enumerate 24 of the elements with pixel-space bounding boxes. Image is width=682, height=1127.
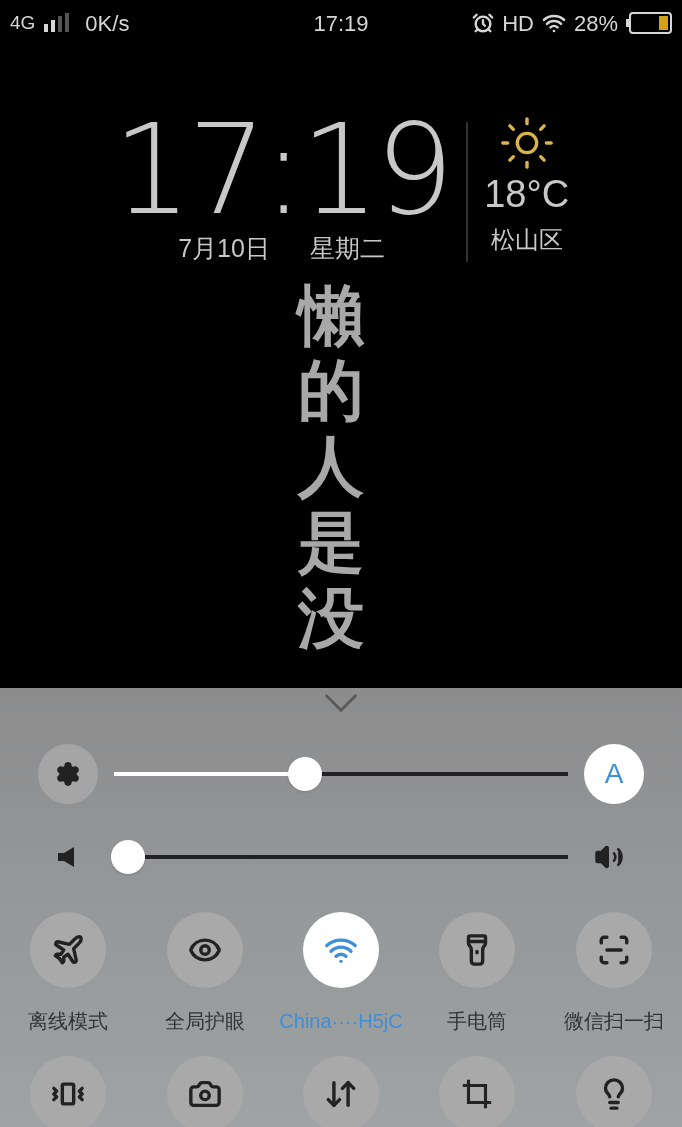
weekday-text: 星期二: [309, 233, 385, 264]
gear-icon: [55, 761, 81, 787]
alarm-icon: [472, 12, 495, 34]
location-text: 松山区: [490, 225, 563, 255]
battery-icon: [626, 12, 672, 34]
battery-percent: 28%: [573, 9, 618, 38]
airplane-icon: [51, 933, 86, 967]
toggle-label: 全局护眼: [164, 1009, 245, 1034]
signal-icon: [43, 13, 70, 33]
toggle-label: China····H5jC: [279, 1009, 403, 1034]
lock-time: 17:19: [112, 114, 451, 226]
hd-indicator: HD: [502, 9, 534, 38]
brightness-thumb[interactable]: [287, 757, 322, 791]
date-text: 7月10日: [178, 233, 270, 264]
status-time: 17:19: [313, 9, 369, 38]
network-speed: 0K/s: [85, 9, 130, 38]
network-type: 4G: [10, 10, 36, 35]
toggle-label: 微信扫一扫: [563, 1009, 664, 1034]
toggle-label: 离线模式: [28, 1009, 109, 1034]
temperature: 18°C: [484, 172, 570, 216]
volume-low-icon: [58, 847, 74, 867]
toggle-label: 手电筒: [447, 1009, 508, 1034]
volume-thumb[interactable]: [111, 840, 145, 874]
auto-brightness-toggle[interactable]: A: [584, 744, 644, 804]
